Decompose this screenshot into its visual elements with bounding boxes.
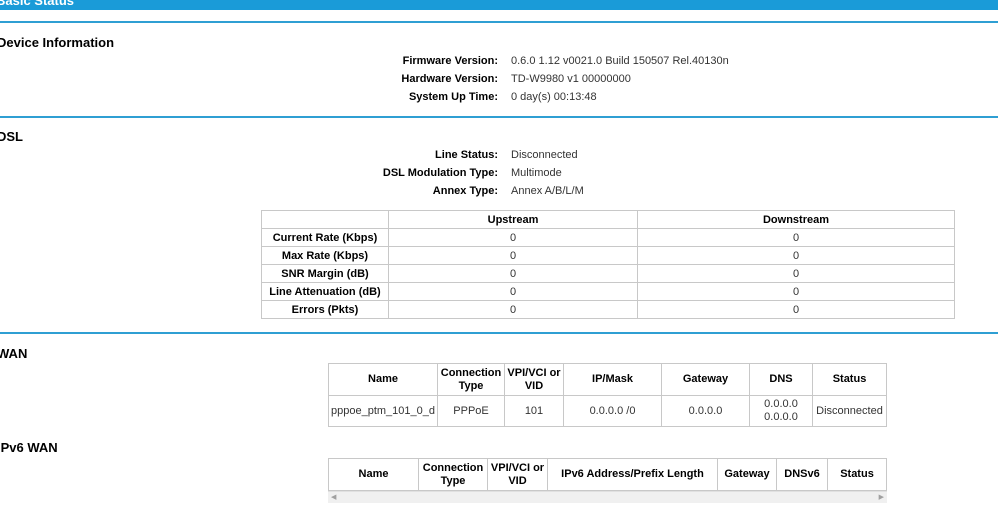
system-uptime-label: System Up Time: [408, 91, 498, 103]
dsl-title: DSL [0, 129, 23, 144]
row-label: Line Attenuation (dB) [261, 282, 389, 301]
line-status-value: Disconnected [511, 149, 578, 161]
col-gateway: Gateway [661, 363, 750, 396]
wan-vid: 101 [504, 395, 564, 427]
device-info-title: Device Information [0, 35, 115, 50]
scroll-right-arrow-icon[interactable]: ▶ [879, 493, 884, 501]
downstream-value: 0 [637, 264, 955, 283]
col-dnsv6: DNSv6 [776, 458, 828, 491]
wan-name: pppoe_ptm_101_0_d [328, 395, 438, 427]
downstream-value: 0 [637, 300, 955, 319]
line-status-row: Line Status: Disconnected [0, 149, 998, 165]
col-dns: DNS [749, 363, 813, 396]
row-label: SNR Margin (dB) [261, 264, 389, 283]
wan-type: PPPoE [437, 395, 505, 427]
wan-gateway: 0.0.0.0 [661, 395, 750, 427]
wan-dns-primary: 0.0.0.0 [764, 398, 798, 410]
horizontal-scrollbar[interactable]: ◀ ▶ [328, 491, 887, 503]
row-label: Current Rate (Kbps) [261, 228, 389, 247]
col-connection-line1: Connection [422, 461, 484, 474]
table-row: Line Attenuation (dB) 0 0 [261, 282, 955, 301]
hardware-version-value: TD-W9980 v1 00000000 [511, 73, 631, 85]
table-row: SNR Margin (dB) 0 0 [261, 264, 955, 283]
col-ip-mask: IP/Mask [563, 363, 662, 396]
dsl-modulation-label: DSL Modulation Type: [382, 167, 498, 179]
col-vpi-line2: VID [508, 474, 527, 487]
firmware-version-row: Firmware Version: 0.6.0 1.12 v0021.0 Bui… [0, 55, 998, 71]
col-gateway: Gateway [717, 458, 777, 491]
wan-dns: 0.0.0.0 0.0.0.0 [749, 395, 813, 427]
divider [0, 21, 998, 23]
divider [0, 116, 998, 118]
dsl-modulation-value: Multimode [511, 167, 562, 179]
table-row: pppoe_ptm_101_0_d PPPoE 101 0.0.0.0 /0 0… [328, 395, 887, 427]
table-row: Current Rate (Kbps) 0 0 [261, 228, 955, 247]
upstream-value: 0 [388, 282, 638, 301]
downstream-value: 0 [637, 246, 955, 265]
col-vpi-line2: VID [524, 379, 544, 392]
col-status: Status [827, 458, 887, 491]
downstream-value: 0 [637, 228, 955, 247]
wan-dns-secondary: 0.0.0.0 [764, 411, 798, 423]
table-header-downstream: Downstream [637, 210, 955, 229]
col-connection-type: Connection Type [437, 363, 505, 396]
upstream-value: 0 [388, 264, 638, 283]
downstream-value: 0 [637, 282, 955, 301]
system-uptime-value: 0 day(s) 00:13:48 [511, 91, 597, 103]
system-uptime-row: System Up Time: 0 day(s) 00:13:48 [0, 91, 998, 107]
annex-type-label: Annex Type: [432, 185, 498, 197]
upstream-value: 0 [388, 300, 638, 319]
col-name: Name [328, 363, 438, 396]
col-status: Status [812, 363, 887, 396]
wan-table: Name Connection Type VPI/VCI or VID IP/M… [328, 363, 887, 427]
row-label: Errors (Pkts) [261, 300, 389, 319]
col-connection-line2: Type [458, 379, 484, 392]
col-ipv6-address: IPv6 Address/Prefix Length [547, 458, 718, 491]
upstream-value: 0 [388, 228, 638, 247]
col-name: Name [328, 458, 419, 491]
dsl-stats-table: Upstream Downstream Current Rate (Kbps) … [261, 210, 955, 319]
wan-title: WAN [0, 346, 28, 361]
col-vpi-line1: VPI/VCI or [490, 461, 545, 474]
wan-status: Disconnected [812, 395, 887, 427]
table-header-row: Name Connection Type VPI/VCI or VID IP/M… [328, 363, 887, 396]
table-header-row: Upstream Downstream [261, 210, 955, 229]
row-label: Max Rate (Kbps) [261, 246, 389, 265]
col-connection-line2: Type [440, 474, 466, 487]
page-header-bar: Basic Status [0, 0, 998, 10]
col-connection-line1: Connection [440, 366, 502, 379]
table-header-empty [261, 210, 389, 229]
firmware-version-label: Firmware Version: [402, 55, 498, 67]
col-vpi-vci: VPI/VCI or VID [504, 363, 564, 396]
col-vpi-vci: VPI/VCI or VID [487, 458, 548, 491]
ipv6-wan-table: Name Connection Type VPI/VCI or VID IPv6… [328, 458, 887, 491]
annex-type-value: Annex A/B/L/M [511, 185, 584, 197]
divider [0, 332, 998, 334]
hardware-version-row: Hardware Version: TD-W9980 v1 00000000 [0, 73, 998, 89]
annex-type-row: Annex Type: Annex A/B/L/M [0, 185, 998, 201]
scroll-left-arrow-icon[interactable]: ◀ [331, 493, 336, 501]
table-row: Max Rate (Kbps) 0 0 [261, 246, 955, 265]
table-header-upstream: Upstream [388, 210, 638, 229]
upstream-value: 0 [388, 246, 638, 265]
firmware-version-value: 0.6.0 1.12 v0021.0 Build 150507 Rel.4013… [511, 55, 729, 67]
col-connection-type: Connection Type [418, 458, 488, 491]
line-status-label: Line Status: [435, 149, 498, 161]
page-title: Basic Status [0, 0, 75, 8]
dsl-modulation-row: DSL Modulation Type: Multimode [0, 167, 998, 183]
table-row: Errors (Pkts) 0 0 [261, 300, 955, 319]
ipv6-wan-title: IPv6 WAN [0, 440, 58, 455]
wan-ip-mask: 0.0.0.0 /0 [563, 395, 662, 427]
hardware-version-label: Hardware Version: [401, 73, 498, 85]
table-header-row: Name Connection Type VPI/VCI or VID IPv6… [328, 458, 887, 491]
col-vpi-line1: VPI/VCI or [507, 366, 561, 379]
